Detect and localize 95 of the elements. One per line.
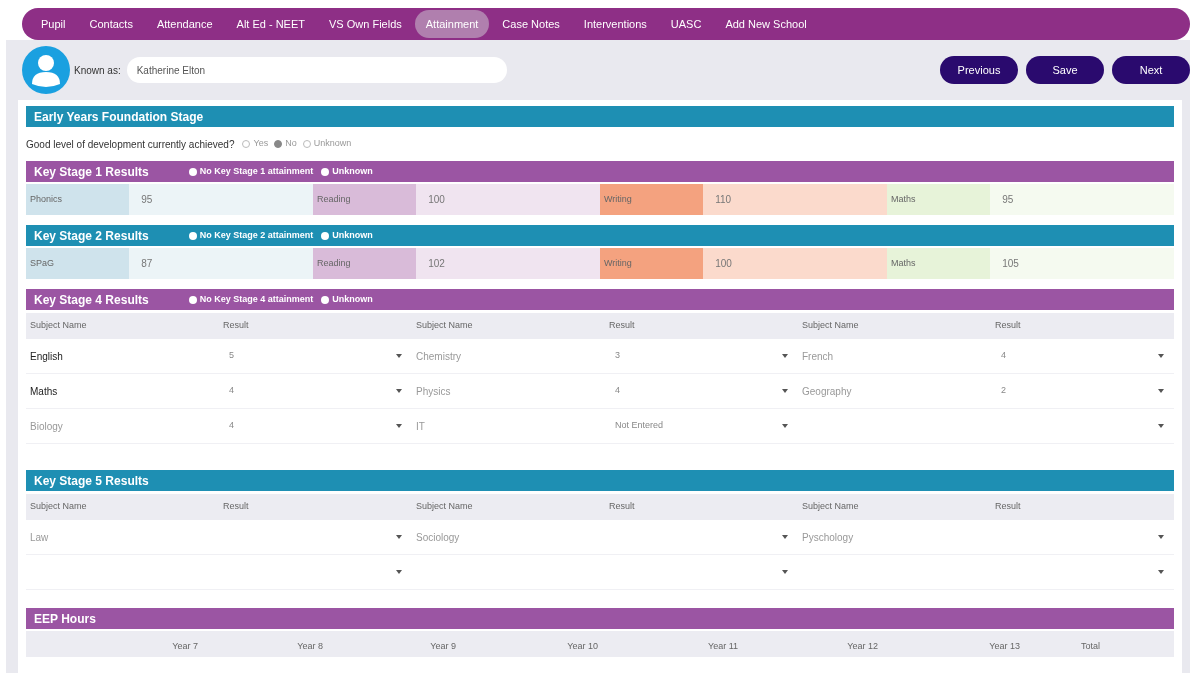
radio-label: Unknown <box>332 292 373 306</box>
subject-name: Chemistry <box>416 349 461 364</box>
radio-label: No Key Stage 4 attainment <box>199 292 314 306</box>
subject-name: Sociology <box>416 530 460 545</box>
column-header: Year 12 <box>847 641 878 651</box>
radio-button[interactable] <box>321 295 330 304</box>
radio-button[interactable] <box>188 167 197 176</box>
score-value: 87 <box>129 248 313 279</box>
radio-label: Unknown <box>332 228 373 242</box>
column-header: Subject Name <box>416 319 473 333</box>
score-label: Maths <box>887 184 991 215</box>
caret-icon <box>1158 354 1164 358</box>
subject-name: English <box>30 349 63 364</box>
score-label: Writing <box>600 184 704 215</box>
column-header: Result <box>223 319 249 333</box>
column-header: Result <box>995 319 1021 333</box>
score-label: Maths <box>887 248 991 279</box>
radio-label: Unknown <box>332 164 373 178</box>
section-title: Key Stage 4 Results <box>34 291 149 309</box>
caret-icon <box>396 389 402 393</box>
score-value: 110 <box>703 184 887 215</box>
subject-name: Geography <box>802 384 852 399</box>
known-as-field[interactable]: Katherine Elton <box>126 57 507 83</box>
question-text: Good level of development currently achieved? <box>26 137 235 152</box>
radio-button[interactable] <box>274 140 283 148</box>
column-header: Result <box>995 500 1021 514</box>
radio-label: Unknown <box>313 137 352 151</box>
radio-label: Yes <box>253 137 269 151</box>
score-value: 100 <box>416 184 600 215</box>
section-title: Key Stage 1 Results <box>34 163 149 181</box>
avatar-icon <box>22 46 70 94</box>
tab[interactable]: Pupil <box>30 10 77 38</box>
section-title: Key Stage 5 Results <box>34 472 149 490</box>
tab[interactable]: Alt Ed - NEET <box>225 10 316 38</box>
column-header: Subject Name <box>416 500 473 514</box>
field-label: Known as: <box>74 63 121 78</box>
nav-button[interactable]: Next <box>1112 56 1190 84</box>
subject-name: Biology <box>30 419 63 434</box>
caret-icon <box>782 424 788 428</box>
caret-icon <box>782 354 788 358</box>
tab[interactable]: Interventions <box>572 10 658 38</box>
caret-icon <box>1158 389 1164 393</box>
tab[interactable]: Case Notes <box>491 10 571 38</box>
score-label: Writing <box>600 248 704 279</box>
nav-button[interactable]: Save <box>1026 56 1104 84</box>
section-title: EEP Hours <box>34 610 96 628</box>
score-value: 105 <box>990 248 1174 279</box>
column-header: Year 10 <box>567 641 598 651</box>
score-label: Phonics <box>26 184 130 215</box>
tab[interactable]: Attendance <box>145 10 224 38</box>
radio-button[interactable] <box>242 140 251 148</box>
radio-label: No Key Stage 1 attainment <box>199 164 314 178</box>
score-value: 95 <box>990 184 1174 215</box>
column-header: Subject Name <box>802 500 859 514</box>
column-header: Year 7 <box>172 641 198 651</box>
column-header: Result <box>223 500 249 514</box>
subject-name: Pyschology <box>802 530 854 545</box>
column-header: Year 13 <box>989 641 1020 651</box>
score-label: SPaG <box>26 248 130 279</box>
caret-icon <box>396 354 402 358</box>
subject-name: Law <box>30 530 49 545</box>
score-label: Reading <box>313 184 417 215</box>
radio-button[interactable] <box>321 167 330 176</box>
nav-button[interactable]: Previous <box>940 56 1018 84</box>
radio-button[interactable] <box>188 231 197 240</box>
subject-name: Maths <box>30 384 58 399</box>
column-header: Year 11 <box>707 641 738 651</box>
subject-name: IT <box>416 419 425 434</box>
section-title: Key Stage 2 Results <box>34 227 149 245</box>
subject-name: French <box>802 349 834 364</box>
column-header: Subject Name <box>30 319 87 333</box>
radio-button[interactable] <box>302 140 311 148</box>
column-header: Subject Name <box>802 319 859 333</box>
section-title: Early Years Foundation Stage <box>34 108 204 126</box>
tab[interactable]: VS Own Fields <box>318 10 413 38</box>
score-value: 102 <box>416 248 600 279</box>
radio-label: No <box>285 137 297 151</box>
score-value: 100 <box>703 248 887 279</box>
caret-icon <box>782 389 788 393</box>
column-header: Total <box>1081 641 1100 651</box>
score-value: 95 <box>129 184 313 215</box>
column-header: Year 8 <box>297 641 323 651</box>
tab[interactable]: Contacts <box>78 10 144 38</box>
tab[interactable]: Add New School <box>714 10 818 38</box>
column-header: Subject Name <box>30 500 87 514</box>
tab[interactable]: UASC <box>659 10 713 38</box>
score-label: Reading <box>313 248 417 279</box>
column-header: Result <box>609 319 635 333</box>
subject-name: Physics <box>416 384 451 399</box>
radio-label: No Key Stage 2 attainment <box>199 228 314 242</box>
radio-button[interactable] <box>321 231 330 240</box>
column-header: Result <box>609 500 635 514</box>
caret-icon <box>396 424 402 428</box>
radio-button[interactable] <box>188 295 197 304</box>
column-header: Year 9 <box>430 641 456 651</box>
